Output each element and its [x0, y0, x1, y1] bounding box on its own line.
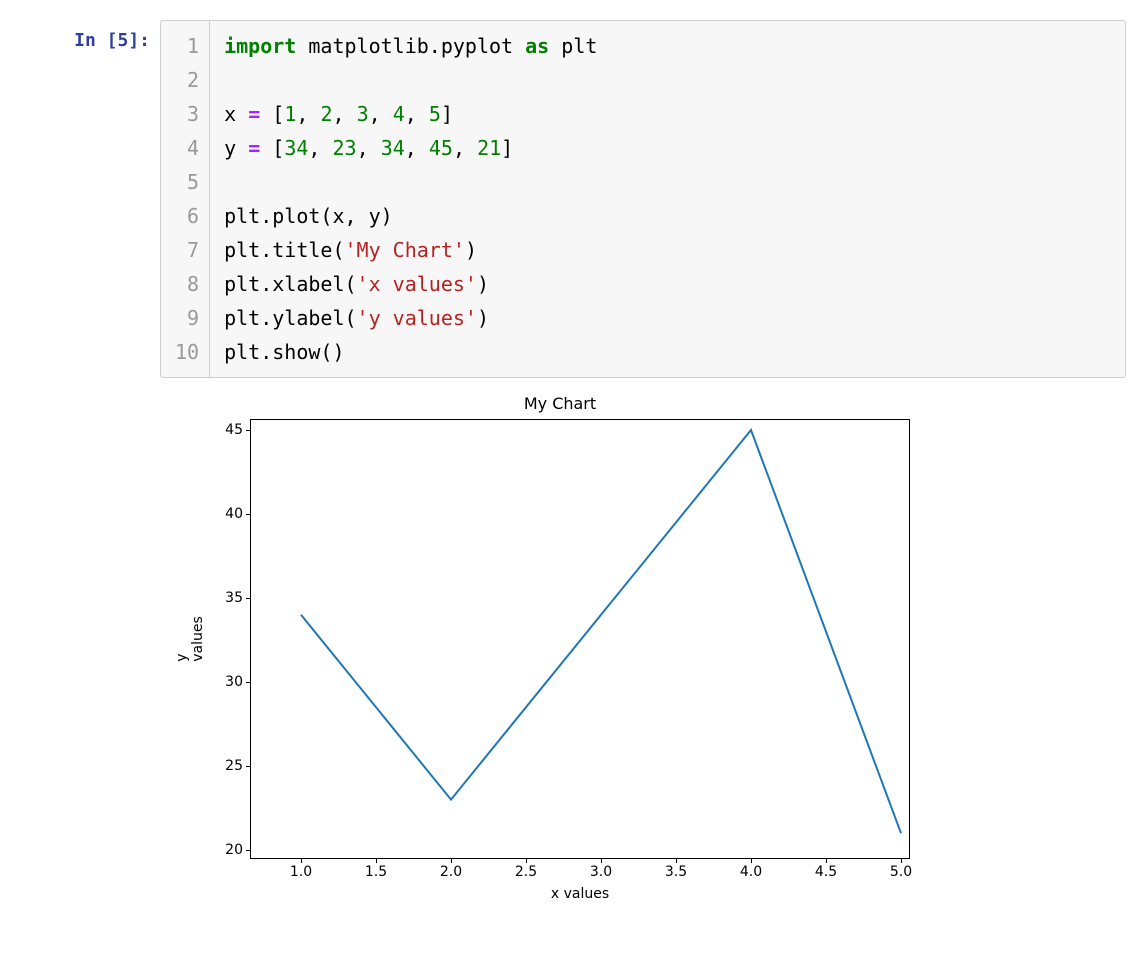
code-text: x — [224, 102, 236, 126]
code-input-area[interactable]: 1 2 3 4 5 6 7 8 9 10 import matplotlib.p… — [160, 20, 1126, 378]
code-text: matplotlib.pyplot — [308, 34, 513, 58]
line-number: 10 — [175, 335, 199, 369]
x-tick-label: 1.0 — [290, 858, 312, 880]
chart-line-svg — [251, 420, 911, 860]
chart-line — [301, 430, 901, 833]
line-number: 5 — [175, 165, 199, 199]
x-tick-label: 2.5 — [515, 858, 537, 880]
chart-title: My Chart — [180, 394, 940, 413]
input-cell: In [5]: 1 2 3 4 5 6 7 8 9 10 import matp… — [20, 20, 1126, 378]
code-number: 5 — [429, 102, 441, 126]
x-tick-label: 4.5 — [815, 858, 837, 880]
input-prompt: In [5]: — [20, 20, 160, 51]
code-text: [ — [272, 102, 284, 126]
code-text: ) — [477, 306, 489, 330]
line-number: 9 — [175, 301, 199, 335]
code-text: plt.xlabel( — [224, 272, 356, 296]
output-cell: My Chart2025303540451.01.52.02.53.03.54.… — [20, 394, 1126, 919]
code-number: 3 — [357, 102, 369, 126]
x-axis-label: x values — [551, 886, 609, 902]
x-tick-label: 2.0 — [440, 858, 462, 880]
code-text: ] — [501, 136, 513, 160]
line-number: 8 — [175, 267, 199, 301]
code-text: y — [224, 136, 236, 160]
code-text: plt.plot(x, y) — [224, 204, 393, 228]
code-string: 'My Chart' — [345, 238, 465, 262]
x-tick-label: 5.0 — [890, 858, 912, 880]
y-tick-label: 35 — [225, 590, 251, 606]
code-number: 2 — [320, 102, 332, 126]
code-number: 45 — [429, 136, 453, 160]
code-number: 1 — [284, 102, 296, 126]
line-number: 1 — [175, 29, 199, 63]
code-string: 'x values' — [357, 272, 477, 296]
code-text: plt.show() — [224, 340, 344, 364]
code-text: plt — [561, 34, 597, 58]
code-number: 34 — [284, 136, 308, 160]
code-operator: = — [248, 136, 260, 160]
line-number: 6 — [175, 199, 199, 233]
plot-area: 2025303540451.01.52.02.53.03.54.04.55.0x… — [250, 419, 910, 859]
line-number: 4 — [175, 131, 199, 165]
code-number: 34 — [381, 136, 405, 160]
y-axis-label: y values — [174, 616, 206, 662]
code-keyword: as — [525, 34, 549, 58]
code-text: ) — [465, 238, 477, 262]
x-tick-label: 4.0 — [740, 858, 762, 880]
code-number: 21 — [477, 136, 501, 160]
code-editor[interactable]: import matplotlib.pyplot as plt x = [1, … — [210, 21, 1125, 377]
code-text: plt.title( — [224, 238, 344, 262]
y-tick-label: 25 — [225, 758, 251, 774]
code-text: ) — [477, 272, 489, 296]
y-tick-label: 45 — [225, 422, 251, 438]
code-number: 23 — [333, 136, 357, 160]
line-number-gutter: 1 2 3 4 5 6 7 8 9 10 — [161, 21, 210, 377]
line-number: 7 — [175, 233, 199, 267]
code-number: 4 — [393, 102, 405, 126]
code-text: ] — [441, 102, 453, 126]
output-area: My Chart2025303540451.01.52.02.53.03.54.… — [160, 394, 1126, 919]
x-tick-label: 3.0 — [590, 858, 612, 880]
x-tick-label: 1.5 — [365, 858, 387, 880]
y-tick-label: 30 — [225, 674, 251, 690]
code-keyword: import — [224, 34, 296, 58]
code-text: plt.ylabel( — [224, 306, 356, 330]
code-operator: = — [248, 102, 260, 126]
code-string: 'y values' — [357, 306, 477, 330]
chart-figure: My Chart2025303540451.01.52.02.53.03.54.… — [180, 394, 1126, 919]
line-number: 3 — [175, 97, 199, 131]
x-tick-label: 3.5 — [665, 858, 687, 880]
y-tick-label: 20 — [225, 842, 251, 858]
code-text: [ — [272, 136, 284, 160]
y-tick-label: 40 — [225, 506, 251, 522]
line-number: 2 — [175, 63, 199, 97]
